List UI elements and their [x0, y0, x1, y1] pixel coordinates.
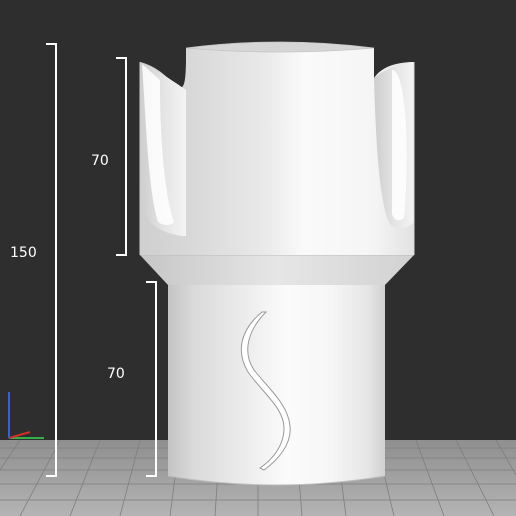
- dimension-label-upper: 70: [91, 153, 109, 169]
- axis-gizmo-icon: [8, 392, 44, 439]
- upper-body[interactable]: [139, 41, 415, 255]
- dimension-label-total: 150: [10, 245, 37, 261]
- dimension-line-upper: [116, 57, 127, 256]
- 3d-viewport[interactable]: 150 70 70: [0, 0, 516, 516]
- dimension-line-total: [46, 43, 57, 477]
- flared-neck: [140, 254, 414, 285]
- model-scene: [0, 41, 516, 516]
- dimension-label-lower: 70: [107, 366, 125, 382]
